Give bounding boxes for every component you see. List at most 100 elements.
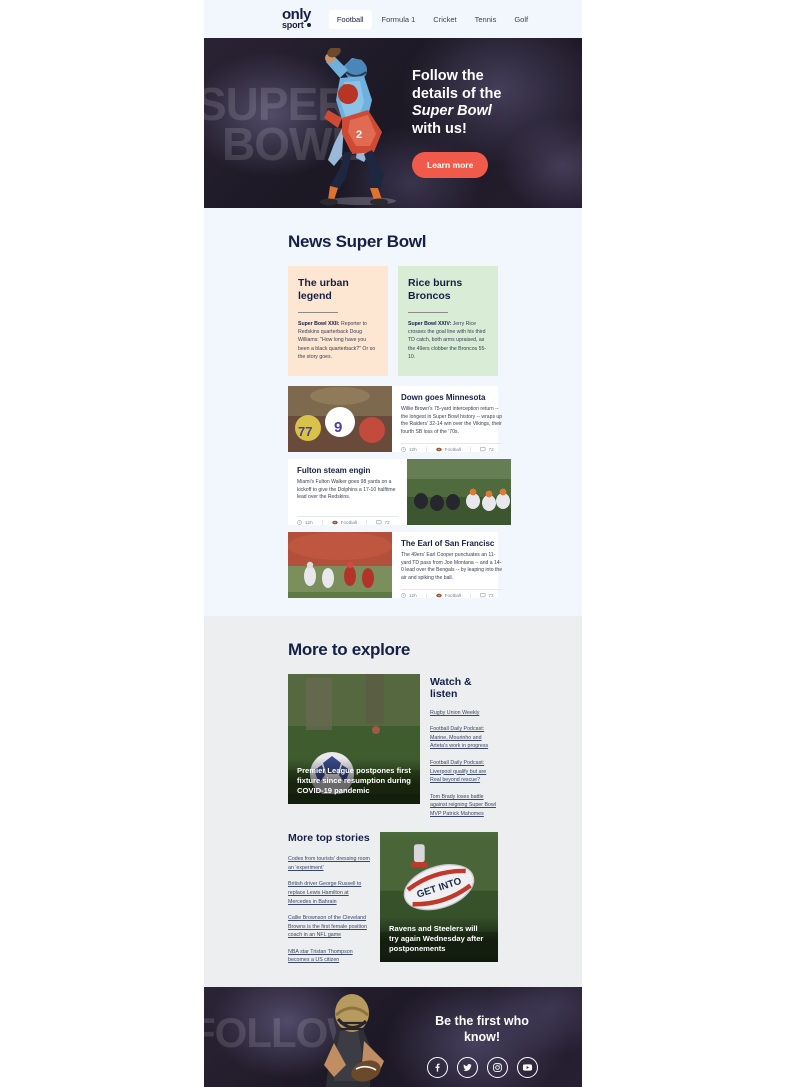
explore-section-title: More to explore	[288, 639, 411, 659]
top-stories-title: More top stories	[288, 832, 370, 845]
hero-copy: Follow the details of the Super Bowl wit…	[412, 68, 532, 178]
article-category-text: Football	[444, 592, 462, 598]
article-time: 12h	[401, 447, 426, 452]
rugby-image-card[interactable]: GET INTO Ravens and Steelers will try ag…	[380, 832, 498, 963]
instagram-icon[interactable]	[486, 1057, 508, 1079]
nav-item-football[interactable]: Football	[328, 9, 372, 29]
facebook-icon[interactable]	[426, 1057, 448, 1079]
article-row[interactable]: Fulton steam engin Miami's Fulton Walker…	[288, 458, 511, 525]
rugby-image-caption: Ravens and Steelers will try again Wedne…	[380, 916, 498, 963]
article-comments-count: 72	[384, 519, 390, 525]
article-thumbnail	[406, 458, 511, 525]
article-summary: Willie Brown's 75-yard interception retu…	[401, 405, 503, 436]
explore-top-row: Premier League postpones first fixture s…	[204, 673, 582, 819]
football-icon	[435, 593, 442, 598]
social-links	[392, 1057, 572, 1079]
article-category-text: Football	[340, 519, 358, 525]
article-row[interactable]: The Earl of San Francisc The 49ers' Earl…	[288, 531, 503, 598]
hero-heading-emphasis: Super Bowl	[412, 103, 492, 120]
news-section-title: News Super Bowl	[288, 232, 427, 251]
article-category: Football	[425, 446, 470, 452]
top-story-link[interactable]: Codes from tourists' dressing room an 'e…	[288, 855, 370, 872]
article-time-text: 12h	[409, 446, 417, 452]
watch-listen-link[interactable]: Football Daily Podcast: Marine, Mourinho…	[430, 725, 498, 751]
explore-section: More to explore Premier League postpones…	[204, 615, 582, 988]
article-meta: 12h Football 72	[297, 515, 399, 525]
hero-heading: Follow the details of the Super Bowl wit…	[412, 68, 532, 139]
feature-image-caption: Premier League postpones first fixture s…	[288, 757, 420, 804]
learn-more-button[interactable]: Learn more	[412, 151, 489, 178]
article-comments: 72	[366, 519, 399, 525]
article-meta: 12h Football 72	[401, 442, 503, 452]
watch-listen-link[interactable]: Football Daily Podcast: Liverpool qualif…	[430, 759, 498, 785]
hero-heading-line1: Follow the	[412, 68, 484, 84]
footer-heading-line1: Be the first who	[435, 1014, 529, 1029]
feature-image-card[interactable]: Premier League postpones first fixture s…	[288, 673, 420, 804]
youtube-icon[interactable]	[516, 1057, 538, 1079]
news-card-title: Rice burns Broncos	[408, 277, 463, 302]
comment-icon	[376, 519, 382, 525]
divider	[298, 311, 338, 313]
article-meta: 12h Football 72	[401, 588, 503, 598]
explore-bottom-row: More top stories Codes from tourists' dr…	[204, 818, 582, 965]
article-body: The Earl of San Francisc The 49ers' Earl…	[392, 532, 511, 598]
article-body: Down goes Minnesota Willie Brown's 75-ya…	[392, 386, 511, 452]
article-thumbnail: 77 9	[288, 385, 392, 452]
news-card-body: Super Bowl XXIV: Jerry Rice crosses the …	[408, 320, 488, 362]
nav-item-tennis[interactable]: Tennis	[467, 10, 505, 29]
comment-icon	[480, 592, 486, 598]
watch-listen-title: Watch & listen	[430, 675, 472, 700]
article-time: 12h	[297, 520, 322, 525]
site-logo[interactable]: only sport	[282, 7, 311, 30]
article-category: Football	[321, 519, 366, 525]
article-title: The Earl of San Francisc	[401, 538, 495, 548]
svg-text:2: 2	[356, 129, 362, 141]
article-category: Football	[425, 592, 470, 598]
news-section: News Super Bowl The urban legend Super B…	[204, 208, 582, 616]
news-card-lead: Super Bowl XXII:	[298, 320, 340, 327]
site-header: only sport Football Formula 1 Cricket Te…	[204, 0, 582, 38]
logo-dot-icon	[306, 23, 311, 28]
top-story-link[interactable]: NBA star Tristan Thompson becomes a US c…	[288, 948, 370, 965]
news-cards: The urban legend Super Bowl XXII: Report…	[204, 266, 582, 376]
article-title: Fulton steam engin	[297, 465, 371, 475]
article-body: Fulton steam engin Miami's Fulton Walker…	[288, 459, 407, 525]
twitter-icon[interactable]	[456, 1057, 478, 1079]
article-thumbnail	[288, 531, 392, 598]
news-card-rice-burns-broncos[interactable]: Rice burns Broncos Super Bowl XXIV: Jerr…	[398, 266, 498, 376]
news-card-body: Super Bowl XXII: Reporter to Redskins qu…	[298, 320, 378, 362]
comment-icon	[480, 446, 486, 452]
nav-item-formula-1[interactable]: Formula 1	[374, 10, 424, 29]
article-time: 12h	[401, 593, 426, 598]
news-card-urban-legend[interactable]: The urban legend Super Bowl XXII: Report…	[288, 266, 388, 376]
nav-item-golf[interactable]: Golf	[506, 10, 536, 29]
divider	[408, 311, 448, 313]
article-comments-count: 72	[488, 592, 494, 598]
article-time-text: 12h	[305, 519, 313, 525]
logo-text-sport: sport	[282, 19, 304, 30]
top-story-link[interactable]: British driver George Russell to replace…	[288, 880, 370, 906]
article-row[interactable]: 77 9 Down goes Minnesota Willie Brown's …	[288, 385, 503, 452]
clock-icon	[401, 592, 406, 598]
article-list: 77 9 Down goes Minnesota Willie Brown's …	[204, 376, 582, 598]
football-icon	[331, 520, 338, 525]
nav-item-cricket[interactable]: Cricket	[425, 10, 464, 29]
watch-listen-link[interactable]: Tom Brady loses battle against reigning …	[430, 793, 498, 819]
watch-listen-links: Rugby Union Weekly Football Daily Podcas…	[430, 709, 498, 819]
article-title: Down goes Minnesota	[401, 392, 486, 402]
football-icon	[435, 447, 442, 452]
article-summary: The 49ers' Earl Cooper punctuates an 11-…	[401, 551, 503, 582]
watch-listen-link[interactable]: Rugby Union Weekly	[430, 709, 498, 718]
article-category-text: Football	[444, 446, 462, 452]
article-comments: 72	[470, 446, 503, 452]
news-card-title: The urban legend	[298, 277, 349, 302]
footer-copy: Be the first who know!	[392, 1013, 572, 1079]
hero-heading-line3: with us!	[412, 121, 467, 138]
football-players-image: 4 2	[320, 48, 396, 206]
svg-text:77: 77	[298, 424, 312, 439]
top-story-link[interactable]: Callie Brownson of the Cleveland Browns …	[288, 914, 370, 940]
watch-and-listen: Watch & listen Rugby Union Weekly Footba…	[430, 674, 498, 819]
page-root: only sport Football Formula 1 Cricket Te…	[204, 0, 582, 1087]
site-footer: FOLLOW Be the first who know!	[204, 987, 582, 1087]
article-time-text: 12h	[409, 592, 417, 598]
